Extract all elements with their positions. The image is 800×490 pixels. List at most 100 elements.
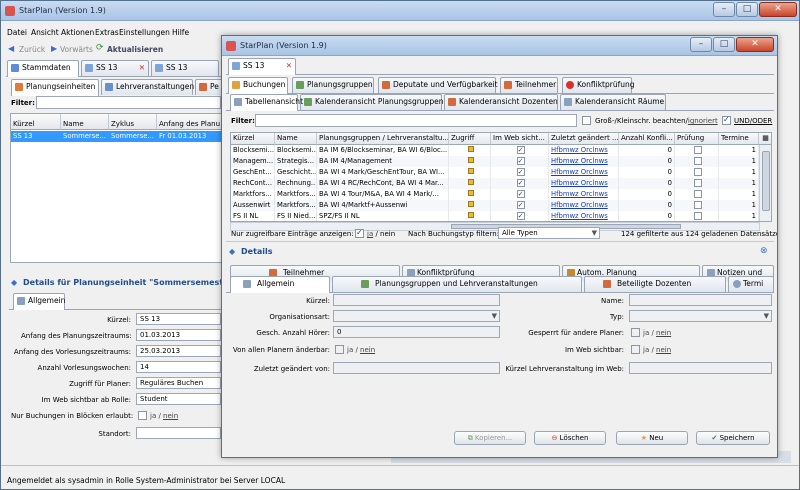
back-nav-button[interactable]: Zurück	[19, 45, 45, 54]
kuerzel-field[interactable]	[333, 294, 500, 306]
col-header[interactable]: Kürzel	[11, 114, 61, 130]
save-button[interactable]: ✔ Speichern	[696, 431, 770, 445]
tab-kal-raeume[interactable]: Kalenderansicht Räume	[560, 94, 666, 110]
tab-konfliktpruefung[interactable]: Konfliktprüfung	[562, 77, 634, 93]
subtab-planungseinheiten[interactable]: Planungseinheiten	[11, 79, 99, 96]
accessible-toggle[interactable]: ja / nein	[367, 230, 395, 238]
close-button[interactable]: ✕	[759, 2, 797, 17]
back-tab-allgemein[interactable]: Allgemein	[13, 293, 65, 310]
web-toggle[interactable]: ja / nein	[643, 346, 671, 354]
tab-deputate[interactable]: Deputate und Verfügbarkeit	[378, 77, 498, 93]
web-checkbox[interactable]: ✓	[516, 157, 525, 165]
close-tab-icon[interactable]: ✕	[286, 59, 292, 73]
tab-termine[interactable]: Termi	[728, 276, 774, 292]
ja-nein-toggle[interactable]: ja / nein	[150, 412, 178, 420]
maximize-button[interactable]: □	[713, 37, 735, 52]
col-header[interactable]: Prüfung	[675, 133, 719, 145]
case-sensitive-checkbox[interactable]	[582, 116, 591, 125]
web-checkbox[interactable]: ✓	[516, 190, 525, 198]
buchungen-table[interactable]: Kürzel Name Planungsgruppen / Lehrverans…	[230, 132, 772, 222]
hoerer-field[interactable]: 0	[333, 326, 500, 338]
col-header[interactable]: Planungsgruppen / Lehrveranstaltu...	[317, 133, 449, 145]
aenderbar-toggle[interactable]: ja / nein	[347, 346, 375, 354]
type-filter-select[interactable]: Alle Typen ▼	[498, 227, 600, 239]
filter-input[interactable]	[255, 114, 577, 127]
gesperrt-checkbox[interactable]	[631, 328, 640, 337]
tab-planungsgruppen[interactable]: Planungsgruppen	[292, 77, 374, 93]
close-tab-icon[interactable]: ✕	[139, 61, 145, 75]
typ-select[interactable]: ▼	[629, 310, 772, 322]
web-rolle-select[interactable]: Student	[136, 393, 221, 405]
web-checkbox[interactable]	[631, 345, 640, 354]
menu-aktionen[interactable]: Aktionen	[61, 28, 94, 37]
menu-ansicht[interactable]: Ansicht	[31, 28, 59, 37]
subtab-lehrveranstaltungen[interactable]: Lehrveranstaltungen	[101, 79, 194, 95]
refresh-button[interactable]: Aktualisieren	[107, 45, 163, 54]
col-header[interactable]: Zuletzt geändert ...	[549, 133, 619, 145]
table-row[interactable]: Aussenwirt Marktfors... BA WI 4/Marktf+Aus…	[231, 200, 771, 211]
close-button[interactable]: ✕	[736, 37, 774, 52]
col-header[interactable]: Im Web sicht...	[491, 133, 549, 145]
tab-dozenten[interactable]: Beteiligte Dozenten	[584, 276, 726, 292]
name-field[interactable]	[629, 294, 772, 306]
tab-pg-lv[interactable]: Planungsgruppen und Lehrveranstaltungen	[332, 276, 582, 292]
web-checkbox[interactable]: ✓	[516, 168, 525, 176]
tab-stammdaten[interactable]: Stammdaten	[7, 60, 79, 77]
tab-ss13-b[interactable]: SS 13	[151, 60, 219, 76]
aenderbar-checkbox[interactable]	[335, 345, 344, 354]
col-header[interactable]: Termine	[719, 133, 759, 145]
vertical-scrollbar[interactable]	[759, 145, 771, 221]
und-oder-label[interactable]: UND/ODER	[734, 117, 772, 125]
planungszeitraum-field[interactable]: 01.03.2013	[136, 329, 221, 341]
table-row[interactable]: RechCont... Rechnung... BA WI 4 RC/RechCon…	[231, 178, 771, 189]
tab-tabellenansicht[interactable]: Tabellenansicht	[230, 94, 303, 111]
web-checkbox[interactable]: ✓	[516, 146, 525, 154]
table-row[interactable]: GeschEnt... Geschicht... BA WI 4 Mark/Gesc…	[231, 167, 771, 178]
new-button[interactable]: ★ Neu	[616, 431, 688, 445]
col-header[interactable]: Zyklus	[109, 114, 157, 130]
table-row[interactable]: FS II NL FS II Nied... SPZ/FS II NL ✓ Hfbmwz…	[231, 211, 771, 221]
pruefung-checkbox[interactable]	[693, 212, 702, 220]
pruefung-checkbox[interactable]	[693, 157, 702, 165]
tab-teilnehmer[interactable]: Teilnehmer	[500, 77, 558, 93]
col-header[interactable]: Zugriff	[449, 133, 491, 145]
zugriff-select[interactable]: Reguläres Buchen	[136, 377, 221, 389]
web-checkbox[interactable]: ✓	[516, 212, 525, 220]
standort-field[interactable]	[136, 427, 221, 439]
block-checkbox[interactable]	[138, 411, 147, 420]
table-row[interactable]: Blocksemi... Blocksemi... BA IM 6/Blocksem…	[231, 145, 771, 156]
col-header[interactable]: Kürzel	[231, 133, 275, 145]
table-row[interactable]: SS 13 Sommerse... Sommerse... Fr 01.03.2…	[11, 131, 221, 142]
gesperrt-toggle[interactable]: ja / nein	[643, 329, 671, 337]
copy-button[interactable]: ⧉ Kopieren...	[454, 431, 526, 445]
pruefung-checkbox[interactable]	[693, 201, 702, 209]
minimize-button[interactable]: –	[713, 2, 735, 17]
tab-kal-planungsgruppen[interactable]: Kalenderansicht Planungsgruppen	[300, 94, 443, 110]
tab-buchungen[interactable]: Buchungen	[228, 77, 288, 94]
vorlesungswochen-field[interactable]: 14	[136, 361, 221, 373]
kuerzel-field[interactable]: SS 13	[136, 313, 221, 325]
doc-tab-ss13[interactable]: SS 13 ✕	[228, 58, 296, 75]
web-checkbox[interactable]: ✓	[516, 179, 525, 187]
subtab-pe[interactable]: Pe	[195, 79, 223, 95]
filter-input[interactable]	[36, 96, 221, 109]
table-row[interactable]: Marktfors... Marktfors... BA WI 4 Tour/M&A…	[231, 189, 771, 200]
pruefung-checkbox[interactable]	[693, 179, 702, 187]
col-header[interactable]: Name	[275, 133, 317, 145]
org-select[interactable]: ▼	[333, 310, 500, 322]
maximize-button[interactable]: □	[736, 2, 758, 17]
col-header[interactable]: Name	[61, 114, 109, 130]
delete-button[interactable]: ⊖ Löschen	[534, 431, 606, 445]
web-checkbox[interactable]: ✓	[516, 201, 525, 209]
menu-hilfe[interactable]: Hilfe	[172, 28, 189, 37]
col-header[interactable]: Anfang des Planu	[157, 114, 221, 130]
lv-web-field[interactable]	[629, 362, 772, 374]
vorlesungszeitraum-field[interactable]: 25.03.2013	[136, 345, 221, 357]
menu-extras[interactable]: Extras	[95, 28, 119, 37]
menu-datei[interactable]: Datei	[7, 28, 27, 37]
planungseinheiten-table[interactable]: Kürzel Name Zyklus Anfang des Planu SS 1…	[10, 113, 222, 263]
column-chooser-icon[interactable]: ▦	[759, 133, 771, 145]
und-oder-checkbox[interactable]	[722, 115, 731, 125]
zuletzt-field[interactable]	[333, 362, 500, 374]
menu-einstellungen[interactable]: Einstellungen	[119, 28, 170, 37]
